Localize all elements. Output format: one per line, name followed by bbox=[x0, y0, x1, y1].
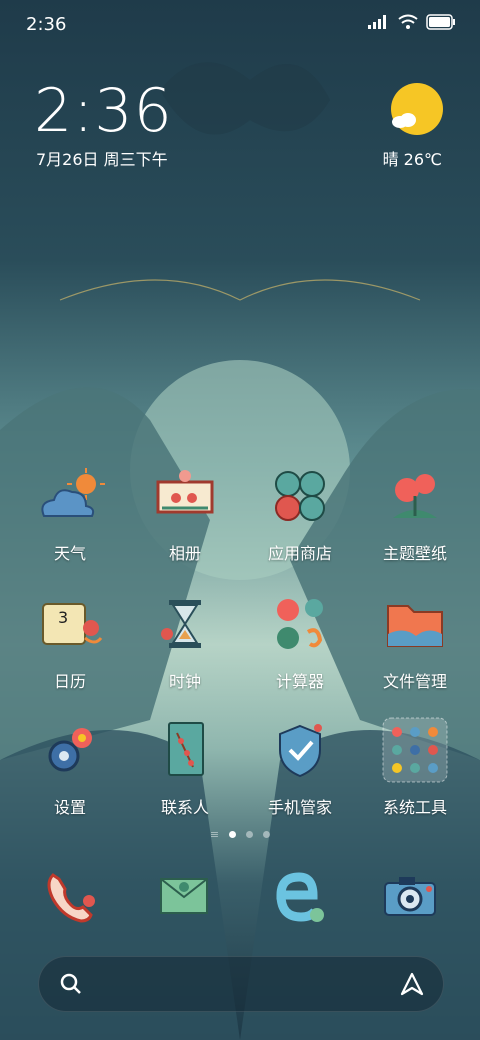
dock-camera[interactable] bbox=[374, 860, 446, 932]
app-gallery[interactable]: 相册 bbox=[125, 460, 245, 564]
app-file-manager[interactable]: 文件管理 bbox=[355, 588, 475, 692]
dock-phone[interactable] bbox=[34, 860, 106, 932]
camera-icon bbox=[384, 877, 436, 916]
page-indicator: ≡ bbox=[0, 828, 480, 841]
clock-widget-time[interactable]: 2:36 bbox=[34, 76, 173, 146]
app-label: 计算器 bbox=[275, 672, 324, 691]
hourglass-icon bbox=[149, 588, 221, 660]
app-label: 联系人 bbox=[160, 798, 209, 817]
battery-icon bbox=[426, 14, 455, 30]
app-label: 设置 bbox=[53, 798, 86, 817]
messages-icon bbox=[160, 878, 208, 914]
page-dot[interactable] bbox=[246, 831, 254, 838]
app-weather[interactable]: 天气 bbox=[10, 460, 130, 564]
browser-icon bbox=[276, 872, 324, 922]
phone-icon bbox=[47, 873, 95, 923]
app-themes[interactable]: 主题壁纸 bbox=[355, 460, 475, 564]
app-calculator[interactable]: 计算器 bbox=[240, 588, 360, 692]
clock-widget-date[interactable]: 7月26日 周三下午 bbox=[36, 146, 168, 170]
list-icon[interactable]: ≡ bbox=[210, 828, 219, 841]
page-dot[interactable] bbox=[229, 831, 237, 838]
app-store-icon bbox=[264, 460, 336, 532]
app-security[interactable]: 手机管家 bbox=[240, 714, 360, 818]
dock bbox=[0, 858, 480, 938]
shield-icon bbox=[264, 714, 336, 786]
dock-messages[interactable] bbox=[148, 860, 220, 932]
app-label: 手机管家 bbox=[267, 798, 332, 817]
app-settings[interactable]: 设置 bbox=[10, 714, 130, 818]
app-clock[interactable]: 时钟 bbox=[125, 588, 245, 692]
search-bar[interactable] bbox=[38, 956, 444, 1012]
app-label: 主题壁纸 bbox=[382, 544, 447, 563]
folder-icon bbox=[379, 588, 451, 660]
weather-widget-text[interactable]: 晴 26℃ bbox=[383, 146, 442, 170]
app-calendar[interactable]: 3 日历 bbox=[10, 588, 130, 692]
calculator-icon bbox=[264, 588, 336, 660]
app-label: 天气 bbox=[53, 544, 86, 563]
weather-icon bbox=[34, 460, 106, 532]
status-bar: 2:36 bbox=[0, 0, 480, 48]
search-icon bbox=[60, 973, 81, 994]
dock-browser[interactable] bbox=[262, 860, 334, 932]
wifi-icon bbox=[398, 14, 418, 29]
app-label: 时钟 bbox=[168, 672, 201, 691]
app-label: 应用商店 bbox=[267, 544, 332, 563]
calendar-day: 3 bbox=[58, 608, 69, 627]
app-label: 系统工具 bbox=[382, 798, 447, 817]
contacts-book-icon bbox=[149, 714, 221, 786]
page-dot[interactable] bbox=[263, 831, 271, 838]
assistant-icon[interactable] bbox=[399, 971, 425, 997]
signal-icon bbox=[368, 15, 386, 29]
gallery-icon bbox=[149, 460, 221, 532]
gear-icon bbox=[34, 714, 106, 786]
themes-icon bbox=[379, 460, 451, 532]
status-time: 2:36 bbox=[26, 14, 67, 35]
calendar-icon: 3 bbox=[34, 588, 106, 660]
system-tools-folder-icon bbox=[379, 714, 451, 786]
app-contacts[interactable]: 联系人 bbox=[125, 714, 245, 818]
app-label: 相册 bbox=[168, 544, 201, 563]
sunny-icon[interactable] bbox=[390, 82, 444, 136]
app-app-store[interactable]: 应用商店 bbox=[240, 460, 360, 564]
app-label: 文件管理 bbox=[382, 672, 447, 691]
folder-system-tools[interactable]: 系统工具 bbox=[355, 714, 475, 818]
app-label: 日历 bbox=[53, 672, 86, 691]
